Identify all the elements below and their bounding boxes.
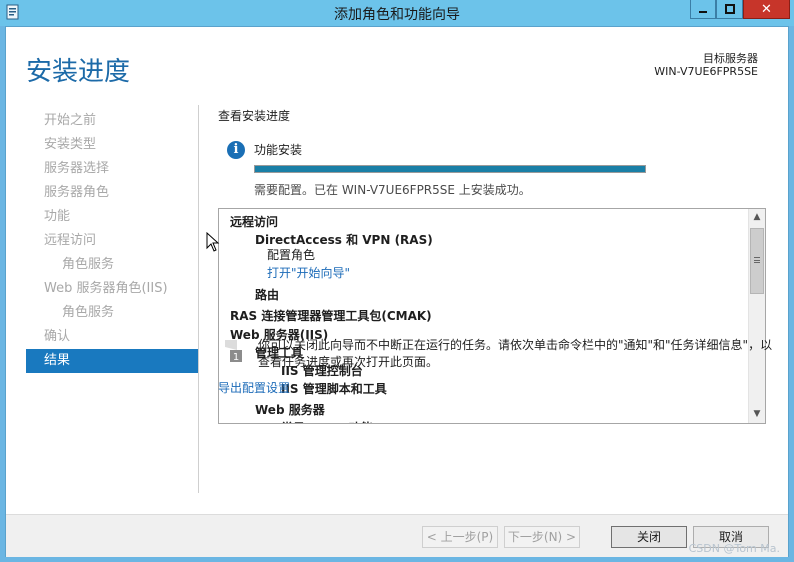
nav-item[interactable]: 服务器角色 [26, 181, 198, 205]
close-button[interactable]: 关闭 [611, 526, 687, 548]
scroll-up-icon[interactable]: ▲ [749, 209, 765, 226]
result-item: Web 服务器 [255, 403, 325, 417]
nav-item[interactable]: 开始之前 [26, 109, 198, 133]
wizard-nav: 开始之前 安装类型 服务器选择 服务器角色 功能 远程访问 角色服务 Web 服务器角色(II… [26, 109, 198, 373]
results-scrollbar[interactable]: ▲ ▼ [748, 209, 765, 423]
nav-item[interactable]: 角色服务 [26, 253, 198, 277]
notification-flag-icon: 1 [225, 340, 242, 363]
result-item: IIS 管理脚本和工具 [281, 382, 387, 396]
previous-button[interactable]: < 上一步(P) [422, 526, 498, 548]
section-label: 查看安装进度 [218, 109, 291, 123]
target-server: 目标服务器 WIN-V7UE6FPR5SE [654, 52, 758, 78]
start-wizard-link[interactable]: 打开"开始向导" [267, 264, 350, 281]
nav-item[interactable]: 功能 [26, 205, 198, 229]
note-icon-number: 1 [233, 352, 239, 363]
progress-fill [255, 166, 645, 172]
results-list[interactable]: 远程访问 DirectAccess 和 VPN (RAS) 配置角色 打开"开始向导"… [218, 208, 766, 424]
result-item: 路由 [255, 288, 280, 302]
install-progress-bar [254, 165, 646, 173]
watermark: CSDN @Tom Ma. [688, 542, 780, 555]
maximize-button[interactable] [716, 0, 743, 19]
nav-item[interactable]: Web 服务器角色(IIS) [26, 277, 198, 301]
nav-item[interactable]: 服务器选择 [26, 157, 198, 181]
export-config-link[interactable]: 导出配置设置 [218, 379, 290, 396]
close-window-button[interactable]: ✕ [743, 0, 790, 19]
close-wizard-note: 你可以关闭此向导而不中断正在运行的任务。请依次单击命令栏中的"通知"和"任务详细… [258, 338, 773, 369]
wizard-frame: 安装进度 目标服务器 WIN-V7UE6FPR5SE 开始之前 安装类型 服务器选择… [5, 26, 789, 557]
nav-item[interactable]: 角色服务 [26, 301, 198, 325]
next-button[interactable]: 下一步(N) > [504, 526, 580, 548]
close-icon: ✕ [761, 1, 772, 17]
nav-divider [198, 105, 199, 493]
wizard-footer: < 上一步(P) 下一步(N) > 关闭 取消 [6, 514, 788, 557]
grip-icon [754, 257, 760, 263]
nav-item[interactable]: 结果 [26, 349, 198, 373]
result-item: 常见 HTTP 功能 [281, 419, 373, 423]
scroll-down-icon[interactable]: ▼ [749, 406, 765, 423]
result-item: RAS 连接管理器管理工具包(CMAK) [230, 309, 432, 323]
result-item: 配置角色 [267, 248, 316, 262]
scroll-thumb[interactable] [750, 228, 764, 294]
mouse-pointer-icon [206, 232, 220, 252]
install-status: 需要配置。已在 WIN-V7UE6FPR5SE 上安装成功。 [254, 183, 531, 197]
info-icon: i [227, 141, 245, 159]
target-server-label: 目标服务器 [703, 52, 758, 65]
window-title: 添加角色和功能向导 [334, 7, 460, 23]
page-title: 安装进度 [26, 57, 131, 87]
title-bar: 添加角色和功能向导 ✕ [0, 0, 794, 26]
minimize-button[interactable] [690, 0, 716, 19]
feature-install-label: 功能安装 [254, 143, 303, 157]
nav-item[interactable]: 远程访问 [26, 229, 198, 253]
nav-item[interactable]: 安装类型 [26, 133, 198, 157]
maximize-icon [724, 4, 735, 14]
result-item: 远程访问 [230, 215, 279, 229]
target-server-name: WIN-V7UE6FPR5SE [654, 65, 758, 78]
nav-item[interactable]: 确认 [26, 325, 198, 349]
minimize-icon [699, 11, 707, 13]
